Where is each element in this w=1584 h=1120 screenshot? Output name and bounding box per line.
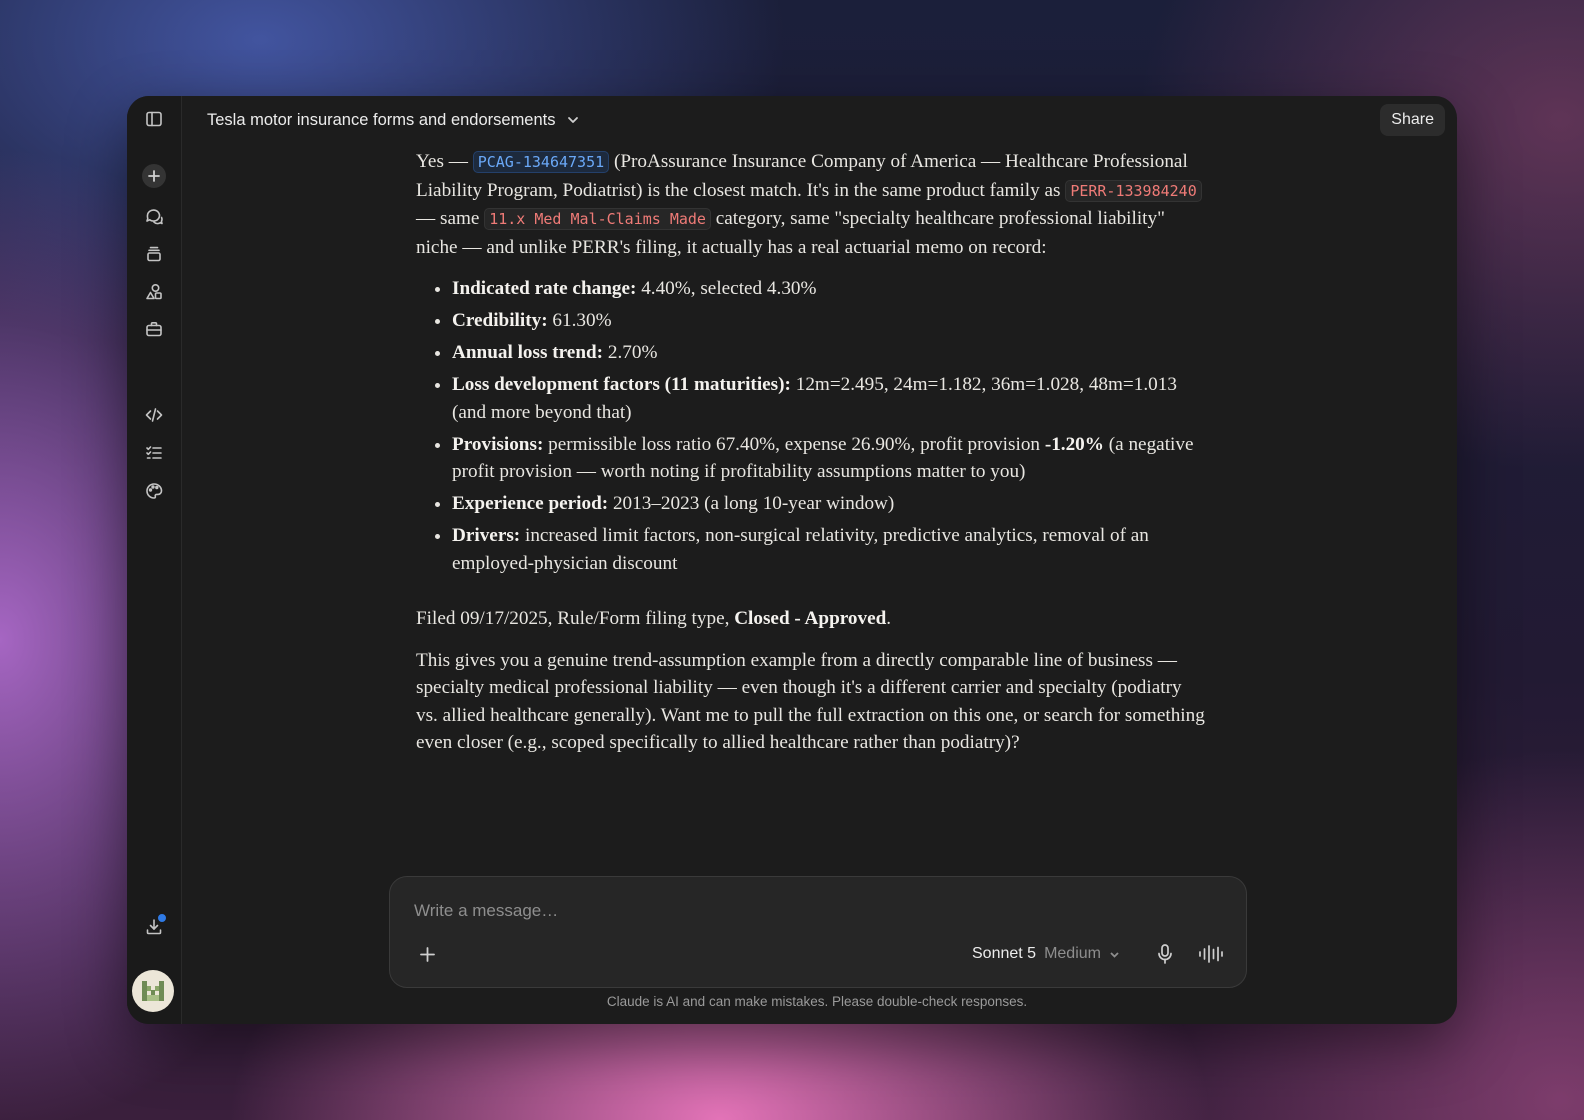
projects-button[interactable] bbox=[139, 239, 169, 269]
tools-button[interactable] bbox=[139, 314, 169, 344]
waveform-icon bbox=[1199, 945, 1223, 963]
model-selector[interactable]: Sonnet 5 Medium bbox=[972, 941, 1120, 967]
list-item: Experience period: 2013–2023 (a long 10-… bbox=[452, 490, 1206, 518]
chevron-down-icon bbox=[1110, 951, 1119, 958]
shapes-icon bbox=[146, 283, 162, 300]
list-item: Drivers: increased limit factors, non-su… bbox=[452, 522, 1206, 577]
code-icon bbox=[145, 408, 163, 422]
tasks-button[interactable] bbox=[139, 438, 169, 468]
message-input[interactable] bbox=[412, 895, 1216, 927]
assistant-message: Yes — PCAG-134647351 (ProAssurance Insur… bbox=[416, 148, 1206, 771]
list-item: Loss development factors (11 maturities)… bbox=[452, 371, 1206, 426]
attach-button[interactable] bbox=[414, 941, 440, 967]
plus-icon bbox=[419, 946, 435, 962]
download-button[interactable] bbox=[139, 912, 169, 942]
toggle-sidebar-button[interactable] bbox=[139, 104, 169, 134]
list-item: Credibility: 61.30% bbox=[452, 307, 1206, 335]
avatar[interactable] bbox=[132, 970, 174, 1012]
category-code: 11.x Med Mal-Claims Made bbox=[484, 208, 711, 230]
sidebar bbox=[127, 96, 182, 1024]
model-effort: Medium bbox=[1044, 945, 1101, 962]
previous-message-fragment bbox=[416, 136, 616, 146]
chats-button[interactable] bbox=[139, 201, 169, 231]
new-chat-button[interactable] bbox=[142, 164, 166, 188]
top-bar: Tesla motor insurance forms and endorsem… bbox=[181, 96, 1457, 144]
closing-paragraph: This gives you a genuine trend-assumptio… bbox=[416, 649, 1205, 754]
filing-code-pcag: PCAG-134647351 bbox=[472, 151, 610, 173]
filing-status: Closed - Approved bbox=[734, 608, 887, 629]
plus-icon bbox=[148, 170, 160, 182]
conversation-title: Tesla motor insurance forms and endorsem… bbox=[207, 110, 556, 129]
filed-paragraph: Filed 09/17/2025, Rule/Form filing type,… bbox=[416, 608, 892, 629]
checklist-icon bbox=[146, 446, 162, 459]
code-button[interactable] bbox=[139, 400, 169, 430]
filing-code-perr: PERR-133984240 bbox=[1065, 179, 1202, 202]
details-list: Indicated rate change: 4.40%, selected 4… bbox=[416, 275, 1206, 577]
model-name: Sonnet 5 bbox=[972, 945, 1037, 962]
notification-dot bbox=[157, 913, 167, 923]
list-item: Annual loss trend: 2.70% bbox=[452, 339, 1206, 367]
conversation-title-button[interactable]: Tesla motor insurance forms and endorsem… bbox=[207, 108, 580, 132]
design-button[interactable] bbox=[139, 476, 169, 506]
chevron-down-icon bbox=[567, 117, 578, 123]
sidebar-panel-icon bbox=[146, 111, 162, 127]
layers-icon bbox=[147, 246, 161, 262]
disclaimer: Claude is AI and can make mistakes. Plea… bbox=[606, 994, 1028, 1009]
share-button[interactable]: Share bbox=[1380, 104, 1445, 136]
avatar-pattern-icon bbox=[142, 981, 164, 1001]
intro-paragraph: Yes — PCAG-134647351 (ProAssurance Insur… bbox=[416, 148, 1206, 261]
dictation-button[interactable] bbox=[1150, 939, 1180, 969]
microphone-icon bbox=[1158, 944, 1172, 964]
chat-bubbles-icon bbox=[146, 209, 163, 225]
voice-mode-button[interactable] bbox=[1194, 939, 1228, 969]
artifacts-button[interactable] bbox=[139, 277, 169, 307]
list-item: Indicated rate change: 4.40%, selected 4… bbox=[452, 275, 1206, 303]
briefcase-icon bbox=[146, 322, 162, 337]
palette-icon bbox=[146, 483, 163, 499]
message-composer: Sonnet 5 Medium bbox=[389, 876, 1247, 988]
app-window: Tesla motor insurance forms and endorsem… bbox=[127, 96, 1457, 1024]
list-item: Provisions: permissible loss ratio 67.40… bbox=[452, 431, 1206, 486]
